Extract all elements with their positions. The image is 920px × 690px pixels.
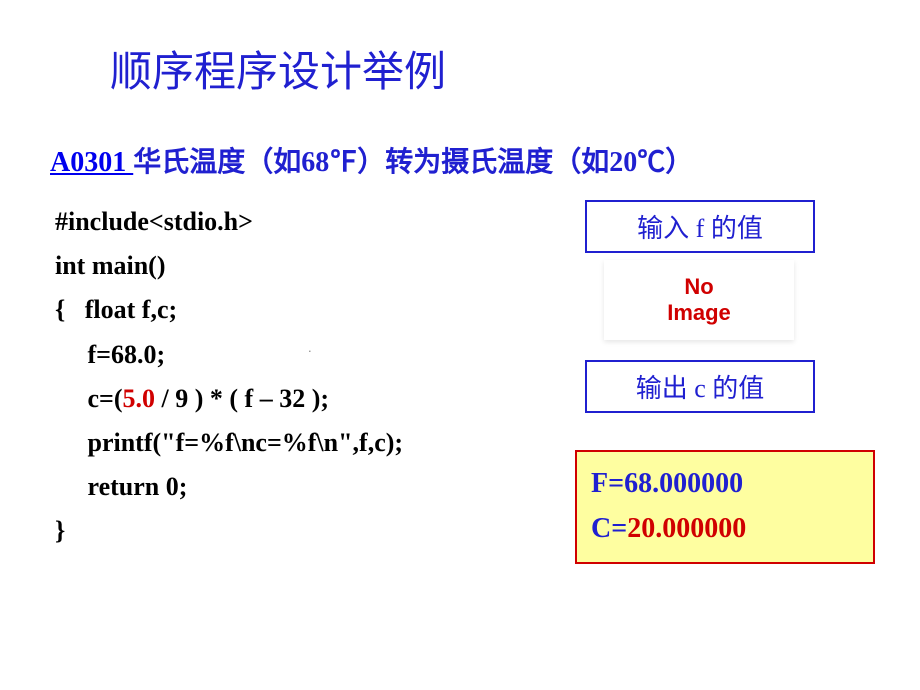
no-image-placeholder: No Image [604,260,794,340]
code-line-5: c=(5.0 / 9 ) * ( f – 32 ); [55,377,403,421]
code-line-4: f=68.0; [55,333,403,377]
output-c-box: 输出 c 的值 [585,360,815,413]
result-line-c: C=20.000000 [591,507,859,552]
code-highlight-5.0: 5.0 [123,384,156,413]
code-line-3: { float f,c; [55,288,403,332]
code-line-7: return 0; [55,465,403,509]
code-line-6: printf("f=%f\nc=%f\n",f,c); [55,421,403,465]
result-f-label: F= [591,468,624,499]
code-line-2: int main() [55,244,403,288]
result-box: F=68.000000 C=20.000000 [575,450,875,564]
code-line-8: } [55,509,403,553]
no-image-line2: Image [667,300,731,326]
subtitle-text: 华氏温度（如68℉）转为摄氏温度（如20℃） [133,147,693,178]
code-line-5b: / 9 ) * ( f – 32 ); [155,384,329,413]
result-line-f: F=68.000000 [591,462,859,507]
code-block: #include<stdio.h> int main() { float f,c… [55,200,403,554]
input-f-box: 输入 f 的值 [585,200,815,253]
code-line-1: #include<stdio.h> [55,200,403,244]
code-line-5a: c=( [55,384,123,413]
page-marker: . [308,340,312,355]
result-f-value: 68.000000 [624,468,743,499]
result-c-value: 20.000000 [627,513,746,544]
subtitle-line: A0301 华氏温度（如68℉）转为摄氏温度（如20℃） [50,140,693,180]
example-link[interactable]: A0301 [50,147,133,178]
result-c-label: C= [591,513,627,544]
slide-title: 顺序程序设计举例 [110,38,446,99]
no-image-line1: No [684,274,713,300]
